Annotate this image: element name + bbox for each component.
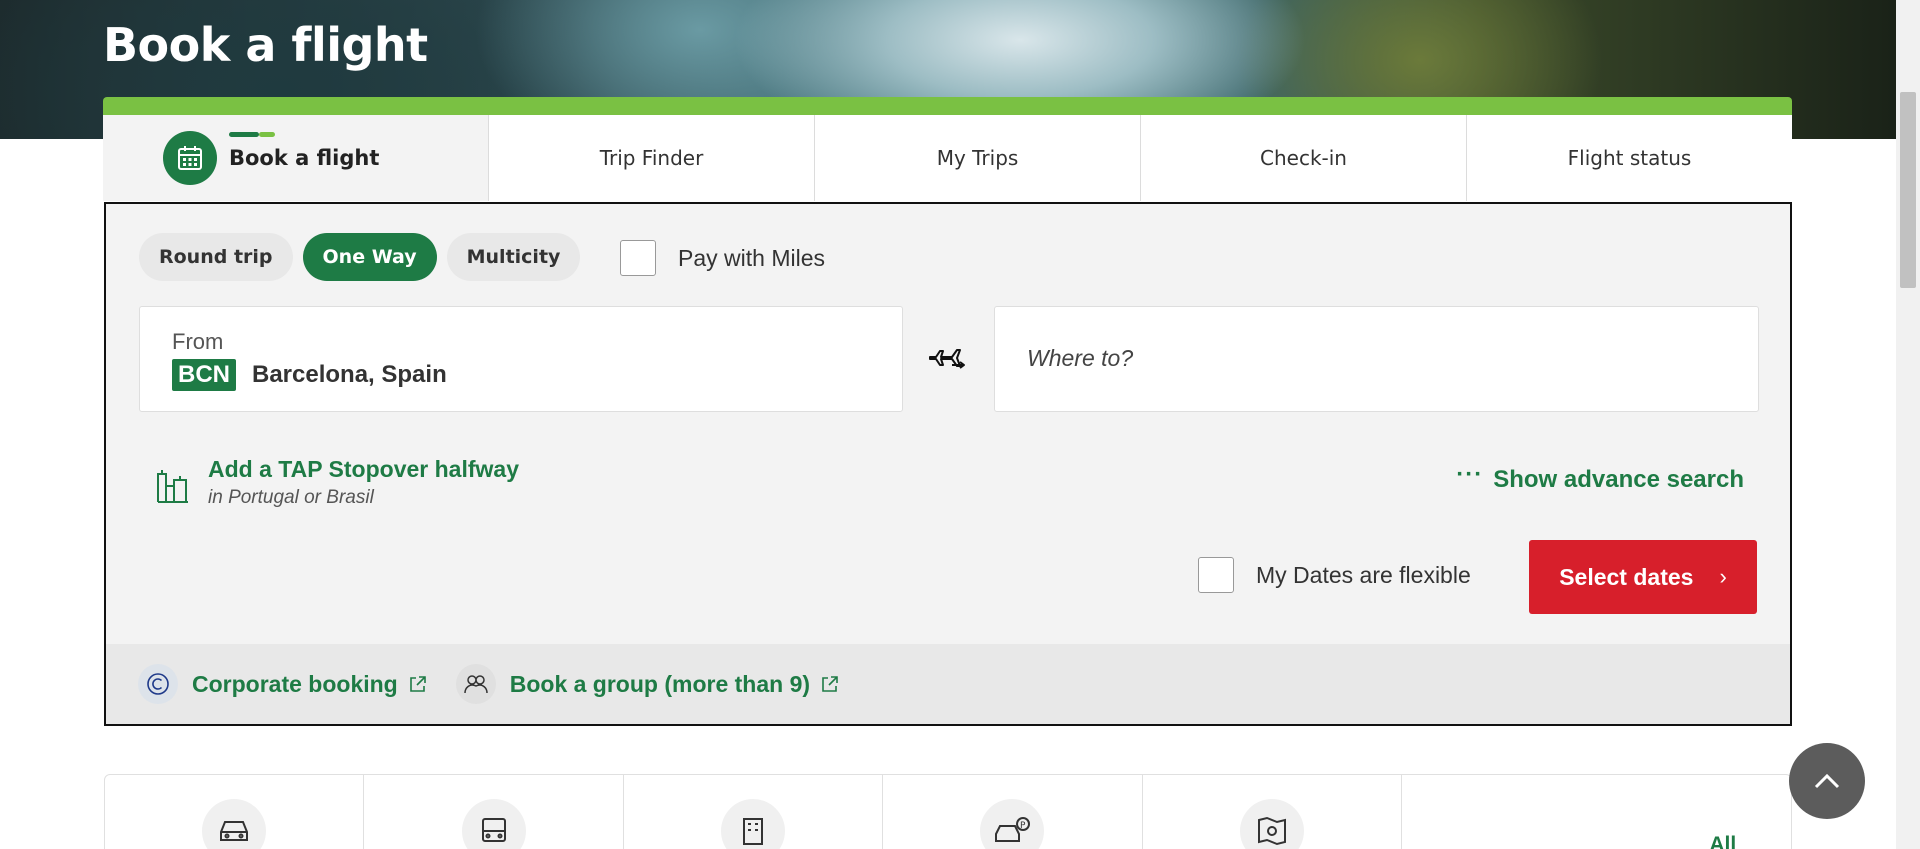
- tab-flight-status[interactable]: Flight status: [1466, 115, 1792, 201]
- origin-iata-badge: BCN: [172, 359, 236, 391]
- car-icon: [202, 799, 267, 849]
- tab-trip-finder[interactable]: Trip Finder: [488, 115, 814, 201]
- round-trip-button[interactable]: Round trip: [139, 233, 293, 281]
- stopover-title: Add a TAP Stopover halfway: [208, 456, 519, 482]
- destination-field[interactable]: [994, 306, 1759, 412]
- tab-book-a-flight[interactable]: Book a flight: [103, 115, 488, 201]
- airplane-icon: [929, 349, 965, 369]
- origin-field[interactable]: From BCN Barcelona, Spain: [139, 306, 903, 412]
- buildings-icon: [157, 470, 188, 503]
- external-link-icon: [822, 676, 838, 692]
- select-dates-button[interactable]: Select dates ›: [1529, 540, 1757, 614]
- stopover-link[interactable]: Add a TAP Stopover halfway in Portugal o…: [156, 456, 519, 509]
- back-to-top-button[interactable]: [1789, 743, 1865, 819]
- group-booking-label: Book a group (more than 9): [509, 670, 811, 697]
- origin-city: Barcelona, Spain: [252, 361, 447, 388]
- tabs-accent-bar: [103, 97, 1792, 115]
- experiences-option[interactable]: [1143, 775, 1403, 849]
- external-link-icon: [409, 676, 426, 692]
- map-camera-icon: [1239, 799, 1304, 849]
- flexible-dates: My Dates are flexible: [1198, 557, 1471, 593]
- booking-tabs: Book a flight Trip Finder My Trips Check…: [103, 115, 1792, 201]
- select-dates-label: Select dates: [1559, 563, 1694, 590]
- hotel-option[interactable]: [624, 775, 884, 849]
- tab-label: Book a flight: [229, 132, 380, 170]
- hotel-icon: [721, 799, 786, 849]
- bus-icon: [461, 799, 526, 849]
- flexible-dates-checkbox[interactable]: [1198, 557, 1234, 593]
- advance-search-link[interactable]: ··· Show advance search: [1456, 461, 1744, 494]
- car-rental-option[interactable]: [105, 775, 365, 849]
- one-way-button[interactable]: One Way: [302, 233, 437, 281]
- origin-label: From: [172, 329, 224, 354]
- corporate-booking-label: Corporate booking: [192, 670, 398, 697]
- destination-input[interactable]: [1027, 345, 1627, 372]
- page-title: Book a flight: [103, 18, 428, 72]
- more-dots-icon: ···: [1456, 461, 1484, 488]
- pay-with-miles-label: Pay with Miles: [678, 244, 825, 271]
- trip-type-selector: Round trip One Way Multicity: [139, 233, 581, 281]
- stopover-subtitle: in Portugal or Brasil: [208, 487, 374, 508]
- parking-option[interactable]: P: [883, 775, 1143, 849]
- origin-value: BCN Barcelona, Spain: [172, 359, 447, 391]
- svg-text:P: P: [1020, 821, 1026, 831]
- chevron-up-icon: [1814, 773, 1840, 789]
- tab-my-trips[interactable]: My Trips: [814, 115, 1140, 201]
- transfer-option[interactable]: [364, 775, 624, 849]
- booking-options-bar: P All booking options: [104, 774, 1792, 849]
- group-booking-link[interactable]: Book a group (more than 9): [455, 664, 840, 704]
- group-icon: [455, 664, 496, 704]
- calendar-icon: [163, 131, 217, 185]
- car-parking-icon: P: [980, 799, 1045, 849]
- multicity-button[interactable]: Multicity: [446, 233, 581, 281]
- stopover-text: Add a TAP Stopover halfway in Portugal o…: [208, 456, 519, 509]
- scrollbar-thumb[interactable]: [1900, 92, 1916, 288]
- chevron-right-icon: ›: [1719, 564, 1727, 589]
- pay-with-miles-checkbox[interactable]: [620, 240, 656, 276]
- tab-check-in[interactable]: Check-in: [1140, 115, 1466, 201]
- page-scrollbar[interactable]: [1896, 0, 1920, 849]
- advance-search-label: Show advance search: [1493, 466, 1744, 493]
- flexible-dates-label: My Dates are flexible: [1256, 561, 1471, 588]
- copyright-icon: [138, 664, 178, 704]
- corporate-booking-link[interactable]: Corporate booking: [138, 664, 428, 704]
- pay-with-miles: Pay with Miles: [620, 240, 825, 276]
- booking-panel: Round trip One Way Multicity Pay with Mi…: [104, 202, 1792, 726]
- all-booking-options-link[interactable]: All booking options: [1661, 775, 1791, 849]
- booking-footer: Corporate booking Book a group (more tha…: [106, 644, 1790, 724]
